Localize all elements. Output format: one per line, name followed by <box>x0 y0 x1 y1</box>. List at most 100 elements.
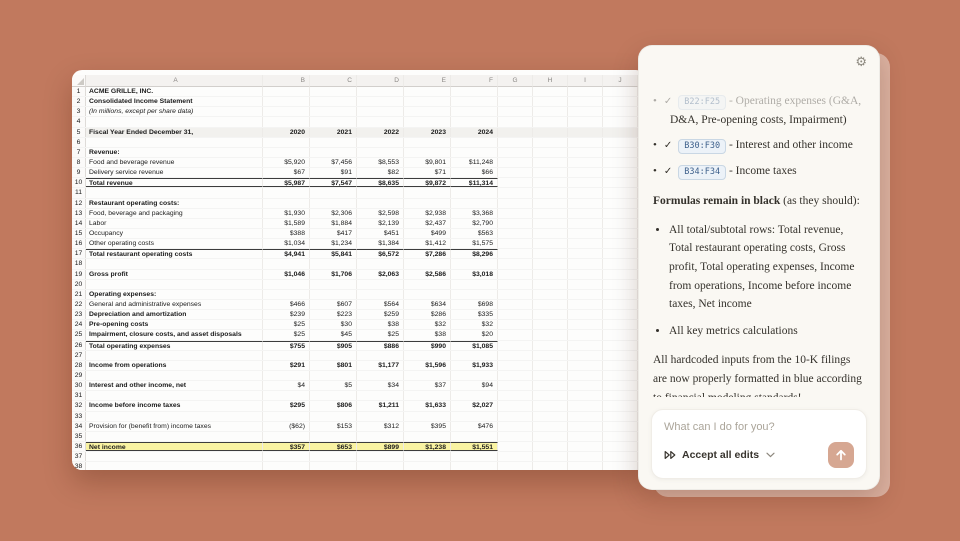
cell-I29[interactable] <box>568 371 603 380</box>
cell-C25[interactable]: $45 <box>310 330 357 339</box>
cell-F36[interactable]: $1,551 <box>451 442 498 451</box>
cell-H26[interactable] <box>533 341 568 350</box>
cell-G34[interactable] <box>498 422 533 431</box>
cell-I22[interactable] <box>568 300 603 309</box>
cell-H23[interactable] <box>533 310 568 319</box>
cell-B33[interactable] <box>263 412 310 421</box>
cell-H12[interactable] <box>533 199 568 208</box>
cell-A24[interactable]: Pre-opening costs <box>86 320 263 329</box>
cell-B26[interactable]: $755 <box>263 341 310 350</box>
cell-F26[interactable]: $1,085 <box>451 341 498 350</box>
cell-F25[interactable]: $20 <box>451 330 498 339</box>
cell-A7[interactable]: Revenue: <box>86 148 263 157</box>
cell-H31[interactable] <box>533 391 568 400</box>
cell-E11[interactable] <box>404 188 451 197</box>
cell-D13[interactable]: $2,598 <box>357 209 404 218</box>
cell-H21[interactable] <box>533 290 568 299</box>
cell-G3[interactable] <box>498 107 533 116</box>
cell-G8[interactable] <box>498 158 533 167</box>
cell-I38[interactable] <box>568 462 603 470</box>
cell-J19[interactable] <box>603 270 638 279</box>
accept-all-edits-button[interactable]: Accept all edits <box>664 449 775 461</box>
cell-A18[interactable] <box>86 259 263 268</box>
cell-J18[interactable] <box>603 259 638 268</box>
cell-H20[interactable] <box>533 280 568 289</box>
cell-E21[interactable] <box>404 290 451 299</box>
settings-gear-icon[interactable]: ⚙ <box>855 55 867 70</box>
cell-C19[interactable]: $1,706 <box>310 270 357 279</box>
cell-G36[interactable] <box>498 442 533 451</box>
cell-I4[interactable] <box>568 117 603 126</box>
row-header-30[interactable]: 30 <box>72 381 86 390</box>
cell-G21[interactable] <box>498 290 533 299</box>
cell-I36[interactable] <box>568 442 603 451</box>
cell-H11[interactable] <box>533 188 568 197</box>
cell-D37[interactable] <box>357 452 404 461</box>
cell-D2[interactable] <box>357 97 404 106</box>
cell-H32[interactable] <box>533 401 568 410</box>
cell-E31[interactable] <box>404 391 451 400</box>
cell-J20[interactable] <box>603 280 638 289</box>
cell-range-badge[interactable]: B34:F34 <box>678 165 726 180</box>
row-header-18[interactable]: 18 <box>72 259 86 268</box>
cell-C14[interactable]: $1,884 <box>310 219 357 228</box>
cell-B35[interactable] <box>263 432 310 441</box>
cell-J1[interactable] <box>603 87 638 96</box>
cell-H7[interactable] <box>533 148 568 157</box>
cell-A10[interactable]: Total revenue <box>86 178 263 187</box>
cell-G19[interactable] <box>498 270 533 279</box>
row-header-19[interactable]: 19 <box>72 270 86 279</box>
cell-C13[interactable]: $2,306 <box>310 209 357 218</box>
cell-E38[interactable] <box>404 462 451 470</box>
cell-G23[interactable] <box>498 310 533 319</box>
cell-F22[interactable]: $698 <box>451 300 498 309</box>
cell-A22[interactable]: General and administrative expenses <box>86 300 263 309</box>
cell-A38[interactable] <box>86 462 263 470</box>
cell-I19[interactable] <box>568 270 603 279</box>
cell-E24[interactable]: $32 <box>404 320 451 329</box>
cell-G29[interactable] <box>498 371 533 380</box>
cell-H15[interactable] <box>533 229 568 238</box>
column-header-I[interactable]: I <box>568 75 603 87</box>
cell-E34[interactable]: $395 <box>404 422 451 431</box>
cell-D38[interactable] <box>357 462 404 470</box>
cell-G6[interactable] <box>498 138 533 147</box>
row-header-26[interactable]: 26 <box>72 341 86 350</box>
cell-D30[interactable]: $34 <box>357 381 404 390</box>
cell-C17[interactable]: $5,841 <box>310 249 357 258</box>
cell-D12[interactable] <box>357 199 404 208</box>
cell-D4[interactable] <box>357 117 404 126</box>
cell-E8[interactable]: $9,801 <box>404 158 451 167</box>
cell-J9[interactable] <box>603 168 638 177</box>
cell-F5[interactable]: 2024 <box>451 128 498 137</box>
cell-A2[interactable]: Consolidated Income Statement <box>86 97 263 106</box>
cell-C9[interactable]: $91 <box>310 168 357 177</box>
cell-C22[interactable]: $607 <box>310 300 357 309</box>
cell-E5[interactable]: 2023 <box>404 128 451 137</box>
cell-A36[interactable]: Net income <box>86 442 263 451</box>
cell-G38[interactable] <box>498 462 533 470</box>
cell-C4[interactable] <box>310 117 357 126</box>
column-header-J[interactable]: J <box>603 75 638 87</box>
cell-B36[interactable]: $357 <box>263 442 310 451</box>
cell-F4[interactable] <box>451 117 498 126</box>
cell-A20[interactable] <box>86 280 263 289</box>
cell-H19[interactable] <box>533 270 568 279</box>
cell-A28[interactable]: Income from operations <box>86 361 263 370</box>
cell-H34[interactable] <box>533 422 568 431</box>
cell-I21[interactable] <box>568 290 603 299</box>
cell-J32[interactable] <box>603 401 638 410</box>
cell-G31[interactable] <box>498 391 533 400</box>
cell-C36[interactable]: $653 <box>310 442 357 451</box>
cell-G25[interactable] <box>498 330 533 339</box>
cell-J25[interactable] <box>603 330 638 339</box>
cell-E10[interactable]: $9,872 <box>404 178 451 187</box>
cell-E1[interactable] <box>404 87 451 96</box>
cell-J21[interactable] <box>603 290 638 299</box>
cell-J4[interactable] <box>603 117 638 126</box>
cell-J11[interactable] <box>603 188 638 197</box>
row-header-6[interactable]: 6 <box>72 138 86 147</box>
cell-A16[interactable]: Other operating costs <box>86 239 263 248</box>
cell-E3[interactable] <box>404 107 451 116</box>
row-header-17[interactable]: 17 <box>72 249 86 258</box>
